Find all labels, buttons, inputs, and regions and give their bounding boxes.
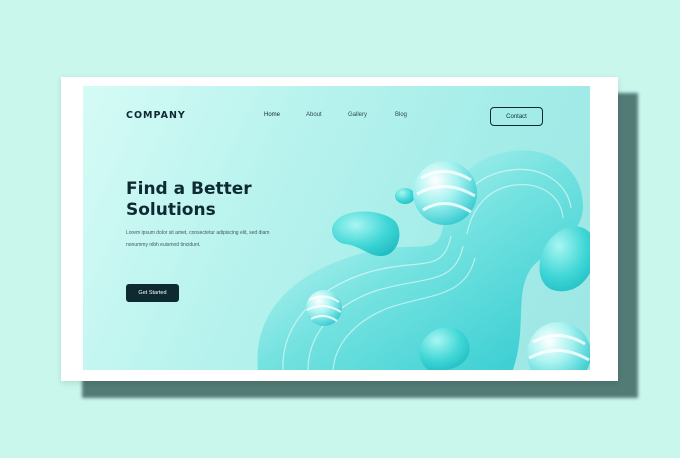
contact-button[interactable]: Contact: [490, 107, 543, 126]
nav-about[interactable]: About: [306, 112, 322, 118]
sphere-top: [413, 161, 477, 225]
sphere-bottom-right: [527, 322, 590, 370]
sphere-middle: [306, 290, 342, 326]
get-started-button[interactable]: Get Started: [126, 284, 179, 302]
nav-home[interactable]: Home: [264, 112, 280, 118]
hero-subtitle: Lorem ipsum dolor sit amet, consectetur …: [126, 230, 270, 248]
floating-blob-small: [395, 188, 415, 204]
floating-blob-left: [332, 211, 400, 256]
nav-gallery[interactable]: Gallery: [348, 112, 367, 118]
landing-page: COMPANY Home About Gallery Blog Contact …: [83, 86, 590, 370]
nav-blog[interactable]: Blog: [395, 112, 407, 118]
hero-title: Find a Better Solutions: [126, 179, 306, 221]
hero-title-line2: Solutions: [126, 200, 216, 220]
hero-title-line1: Find a Better: [126, 179, 252, 199]
